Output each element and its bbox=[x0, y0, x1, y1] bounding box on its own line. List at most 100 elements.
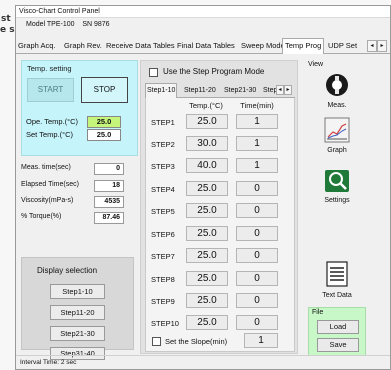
sn-label: SN bbox=[82, 21, 93, 28]
background-text-fragment: e s bbox=[0, 25, 15, 35]
slope-value-field[interactable]: 1 bbox=[244, 333, 278, 348]
set-slope-checkbox[interactable] bbox=[152, 337, 161, 346]
step-row-label: STEP7 bbox=[151, 252, 175, 261]
step-temp-field[interactable]: 30.0 bbox=[186, 136, 228, 151]
temp-column-header: Temp.(°C) bbox=[189, 101, 223, 110]
step-tab-scroll-left-icon[interactable]: ◂ bbox=[276, 85, 284, 95]
step-row-label: STEP4 bbox=[151, 185, 175, 194]
step-time-field[interactable]: 0 bbox=[236, 315, 278, 330]
step-row-label: STEP2 bbox=[151, 140, 175, 149]
step-temp-field[interactable]: 25.0 bbox=[186, 315, 228, 330]
text-data-label: Text Data bbox=[322, 292, 352, 299]
step-table: Temp.(°C) Time(min) STEP1 25.0 1 STEP2 3… bbox=[145, 98, 295, 352]
step-time-field[interactable]: 0 bbox=[236, 226, 278, 241]
graph-icon[interactable] bbox=[324, 117, 350, 143]
save-button[interactable]: Save bbox=[317, 338, 359, 352]
model-info: Model TPE-100 SN 9876 bbox=[26, 21, 110, 28]
torque-label: % Torque(%) bbox=[21, 213, 62, 220]
step-row-label: STEP9 bbox=[151, 297, 175, 306]
step-temp-field[interactable]: 25.0 bbox=[186, 203, 228, 218]
step-temp-field[interactable]: 25.0 bbox=[186, 226, 228, 241]
file-panel: File Load Save bbox=[308, 307, 366, 356]
display-step21-30-button[interactable]: Step21-30 bbox=[50, 326, 105, 341]
display-selection-title: Display selection bbox=[37, 266, 98, 275]
step-program-panel: Use the Step Program Mode Step1-10 Step1… bbox=[140, 60, 298, 354]
model-value: TPE-100 bbox=[46, 21, 75, 28]
step-row-label: STEP5 bbox=[151, 207, 175, 216]
step-tab-21-30[interactable]: Step21-30 bbox=[223, 84, 257, 97]
display-step11-20-button[interactable]: Step11-20 bbox=[50, 305, 105, 320]
step-time-field[interactable]: 0 bbox=[236, 293, 278, 308]
use-step-program-checkbox[interactable] bbox=[149, 68, 158, 77]
display-selection-panel: Display selection Step1-10 Step11-20 Ste… bbox=[21, 257, 134, 360]
step-time-field[interactable]: 1 bbox=[236, 114, 278, 129]
settings-icon[interactable] bbox=[324, 168, 350, 194]
step-tab-11-20[interactable]: Step11-20 bbox=[183, 84, 217, 97]
set-temp-field[interactable]: 25.0 bbox=[87, 129, 121, 141]
step-row-label: STEP10 bbox=[151, 319, 179, 328]
ope-temp-label: Ope. Temp.(°C) bbox=[26, 117, 79, 126]
tab-temp-prog[interactable]: Temp Prog bbox=[282, 38, 325, 54]
sn-value: 9876 bbox=[94, 21, 110, 28]
step-temp-field[interactable]: 40.0 bbox=[186, 158, 228, 173]
status-bar: Interval Time: 2 sec bbox=[16, 355, 390, 369]
display-step1-10-button[interactable]: Step1-10 bbox=[50, 284, 105, 299]
tab-scroll-left-icon[interactable]: ◂ bbox=[367, 40, 377, 52]
view-title: View bbox=[308, 61, 324, 68]
step-row-label: STEP6 bbox=[151, 230, 175, 239]
measurement-readouts: Meas. time(sec) 0 Elapsed Time(sec) 18 V… bbox=[21, 161, 138, 246]
main-tab-bar: Graph Acq. Graph Rev. Receive Data Table… bbox=[16, 38, 390, 54]
step-time-field[interactable]: 1 bbox=[236, 158, 278, 173]
elapsed-time-value: 18 bbox=[94, 180, 124, 192]
tab-final-data-tables[interactable]: Final Data Tables bbox=[175, 39, 237, 53]
start-button[interactable]: START bbox=[27, 78, 74, 102]
set-slope-label: Set the Slope(min) bbox=[165, 337, 228, 346]
step-time-field[interactable]: 0 bbox=[236, 181, 278, 196]
meas-label: Meas. bbox=[327, 102, 347, 109]
window-title: Visco-Chart Control Panel bbox=[16, 6, 390, 18]
graph-label: Graph bbox=[327, 147, 347, 154]
viscosity-label: Viscosity(mPa-s) bbox=[21, 197, 74, 204]
load-button[interactable]: Load bbox=[317, 320, 359, 334]
tab-graph-acq[interactable]: Graph Acq. bbox=[16, 39, 58, 53]
elapsed-time-label: Elapsed Time(sec) bbox=[21, 181, 79, 188]
tab-sweep-mode[interactable]: Sweep Mode bbox=[239, 39, 287, 53]
use-step-program-label: Use the Step Program Mode bbox=[163, 67, 265, 76]
step-temp-field[interactable]: 25.0 bbox=[186, 271, 228, 286]
torque-value: 87.46 bbox=[94, 212, 124, 224]
set-temp-label: Set Temp.(°C) bbox=[26, 130, 74, 139]
tab-graph-rev[interactable]: Graph Rev. bbox=[62, 39, 104, 53]
step-row-label: STEP1 bbox=[151, 118, 175, 127]
meas-time-value: 0 bbox=[94, 163, 124, 175]
step-temp-field[interactable]: 25.0 bbox=[186, 181, 228, 196]
step-row-label: STEP8 bbox=[151, 275, 175, 284]
stop-button[interactable]: STOP bbox=[81, 77, 128, 103]
temp-setting-title: Temp. setting bbox=[27, 64, 72, 73]
tab-udp-set[interactable]: UDP Set bbox=[326, 39, 359, 53]
step-time-field[interactable]: 0 bbox=[236, 248, 278, 263]
settings-label: Settings bbox=[324, 197, 350, 204]
temp-setting-panel: Temp. setting START STOP Ope. Temp.(°C) … bbox=[21, 60, 138, 156]
step-tab-bar: Step1-10 Step11-20 Step21-30 Step ◂ ▸ bbox=[145, 83, 295, 98]
file-title: File bbox=[312, 309, 324, 316]
viscosity-value: 4535 bbox=[94, 196, 124, 208]
step-row-label: STEP3 bbox=[151, 162, 175, 171]
step-temp-field[interactable]: 25.0 bbox=[186, 248, 228, 263]
step-time-field[interactable]: 0 bbox=[236, 271, 278, 286]
tab-scroll-right-icon[interactable]: ▸ bbox=[377, 40, 387, 52]
control-panel-window: Visco-Chart Control Panel Model TPE-100 … bbox=[15, 5, 391, 370]
step-temp-field[interactable]: 25.0 bbox=[186, 293, 228, 308]
text-data-icon[interactable] bbox=[325, 261, 349, 287]
model-label: Model bbox=[26, 21, 46, 28]
meas-time-label: Meas. time(sec) bbox=[21, 164, 71, 171]
step-time-field[interactable]: 1 bbox=[236, 136, 278, 151]
meas-icon[interactable] bbox=[324, 72, 350, 98]
step-temp-field[interactable]: 25.0 bbox=[186, 114, 228, 129]
step-tab-1-10[interactable]: Step1-10 bbox=[145, 83, 178, 98]
ope-temp-value: 25.0 bbox=[87, 116, 121, 128]
step-time-field[interactable]: 0 bbox=[236, 203, 278, 218]
time-column-header: Time(min) bbox=[240, 101, 274, 110]
tab-receive-data-tables[interactable]: Receive Data Tables bbox=[104, 39, 177, 53]
background-text-fragment: st bbox=[1, 14, 11, 24]
step-tab-scroll-right-icon[interactable]: ▸ bbox=[284, 85, 292, 95]
